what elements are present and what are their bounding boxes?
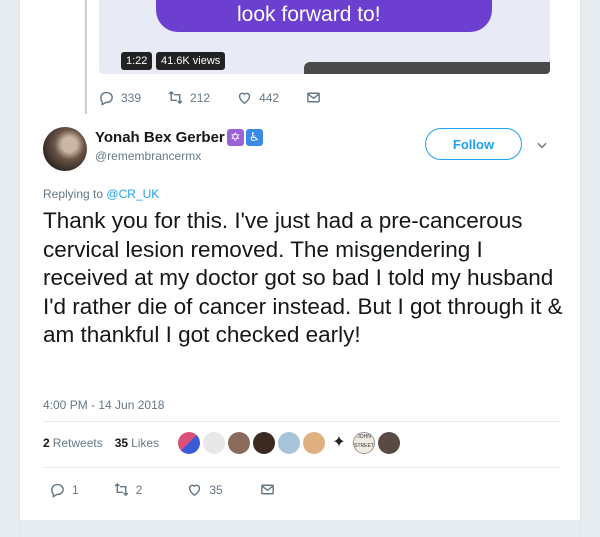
video-caption: look forward to! [237, 3, 381, 26]
retweet-count: 212 [190, 90, 211, 105]
follow-button[interactable]: Follow [425, 128, 522, 160]
timestamp[interactable]: 4:00 PM - 14 Jun 2018 [43, 398, 164, 412]
author-name[interactable]: Yonah Bex Gerber [95, 129, 225, 146]
author-handle[interactable]: @remembrancermx [95, 149, 201, 163]
video-duration: 1:22 [121, 52, 153, 70]
tweet-card: look forward to! 1:22 41.6K views 339 21… [19, 0, 581, 537]
liker-avatar[interactable] [278, 432, 300, 454]
message-icon [307, 92, 320, 103]
liker-avatars: ✦ JOHN STREET [178, 432, 400, 454]
like-count: 35 [209, 482, 223, 497]
divider [43, 421, 561, 422]
message-button[interactable] [259, 481, 276, 498]
author-name-row[interactable]: Yonah Bex Gerber ✡ ♿ [95, 129, 263, 146]
retweet-icon [114, 482, 129, 497]
retweet-count: 2 [135, 482, 143, 497]
chevron-down-icon[interactable] [535, 138, 549, 152]
retweet-icon [168, 90, 183, 105]
reply-button[interactable]: 339 [98, 89, 141, 106]
liker-avatar[interactable]: ✦ [328, 432, 350, 454]
liker-avatar[interactable]: JOHN STREET [353, 432, 375, 454]
like-button[interactable]: 35 [186, 481, 223, 498]
avatar[interactable] [43, 127, 87, 171]
wheelchair-icon: ♿ [245, 129, 263, 146]
reply-button[interactable]: 1 [49, 481, 79, 498]
message-icon [260, 484, 274, 495]
divider [43, 467, 561, 468]
reply-count: 339 [121, 90, 142, 105]
video-preview[interactable]: look forward to! 1:22 41.6K views [99, 0, 550, 74]
liker-avatar[interactable] [203, 432, 225, 454]
liker-avatar[interactable] [178, 432, 200, 454]
retweets-label: Retweets [52, 436, 103, 450]
retweets-stat[interactable]: 2 Retweets [43, 436, 103, 450]
video-views: 41.6K views [156, 52, 226, 70]
liker-avatar[interactable] [378, 432, 400, 454]
like-icon [238, 92, 251, 105]
tweet-actions: 1 2 35 [49, 481, 276, 498]
like-icon [189, 484, 201, 497]
page-background [20, 520, 580, 537]
replying-to-link[interactable]: @CR_UK [106, 187, 159, 201]
star-of-david-icon: ✡ [226, 129, 244, 146]
retweet-button[interactable]: 2 [113, 481, 143, 498]
replying-to: Replying to @CR_UK [43, 187, 159, 201]
liker-avatar[interactable] [253, 432, 275, 454]
previous-tweet-actions: 339 212 442 [98, 89, 348, 106]
liker-avatar[interactable] [228, 432, 250, 454]
like-button[interactable]: 442 [236, 89, 279, 106]
engagement-stats: 2 Retweets 35 Likes [43, 436, 171, 450]
likes-label: Likes [131, 436, 160, 450]
like-count: 442 [259, 90, 280, 105]
likes-count: 35 [114, 436, 129, 450]
liker-avatar[interactable] [303, 432, 325, 454]
thread-line [85, 0, 87, 114]
message-button[interactable] [305, 89, 322, 106]
likes-stat[interactable]: 35 Likes [115, 436, 159, 450]
replying-prefix: Replying to [43, 187, 104, 201]
tweet-text: Thank you for this. I've just had a pre-… [43, 208, 563, 347]
reply-icon [51, 483, 64, 498]
reply-icon [100, 91, 113, 106]
video-progress-bar[interactable] [304, 62, 550, 74]
reply-count: 1 [72, 482, 79, 497]
retweets-count: 2 [43, 436, 50, 450]
retweet-button[interactable]: 212 [167, 89, 210, 106]
